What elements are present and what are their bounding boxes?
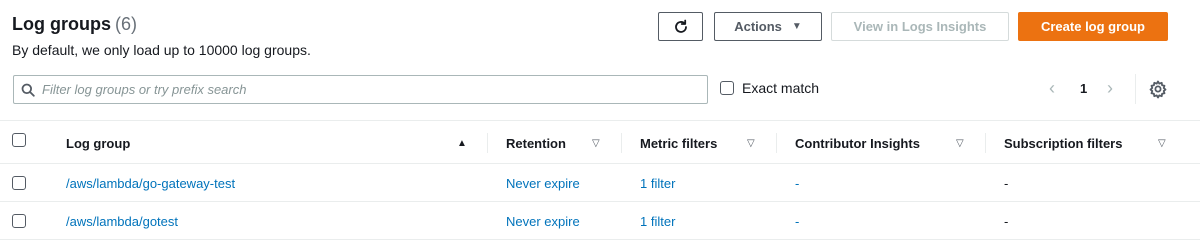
column-divider [776,133,777,153]
metric-filters-link[interactable]: 1 filter [640,164,675,202]
column-header-contributor-insights[interactable]: Contributor Insights [795,121,920,165]
column-divider [487,133,488,153]
log-group-link[interactable]: /aws/lambda/go-gateway-test [66,164,235,202]
create-log-group-button[interactable]: Create log group [1018,12,1168,41]
actions-button-label: Actions [734,19,782,34]
table-row: /aws/lambda/gotest Never expire 1 filter… [0,202,1200,240]
retention-link[interactable]: Never expire [506,202,580,240]
column-header-subscription-filters[interactable]: Subscription filters [1004,121,1122,165]
view-in-logs-insights-button[interactable]: View in Logs Insights [831,12,1009,41]
table-header: Log group ▲ Retention ▽ Metric filters ▽… [0,120,1200,164]
actions-button[interactable]: Actions ▼ [714,12,822,41]
retention-link[interactable]: Never expire [506,164,580,202]
row-checkbox[interactable] [12,176,26,190]
column-divider [985,133,986,153]
pager-divider [1135,74,1136,104]
row-checkbox[interactable] [12,214,26,228]
log-group-count: (6) [114,14,137,34]
view-in-logs-insights-label: View in Logs Insights [853,19,987,34]
metric-filters-link[interactable]: 1 filter [640,202,675,240]
sort-caret-icon[interactable]: ▽ [1158,121,1166,165]
column-header-retention[interactable]: Retention [506,121,566,165]
table-row: /aws/lambda/go-gateway-test Never expire… [0,164,1200,202]
contributor-insights-link[interactable]: - [795,164,799,202]
caret-down-icon: ▼ [791,21,802,32]
subscription-filters-value: - [1004,175,1009,191]
page-title-text: Log groups [12,14,111,34]
sort-caret-icon[interactable]: ▽ [956,121,964,165]
subscription-filters-value: - [1004,213,1009,229]
column-header-metric-filters[interactable]: Metric filters [640,121,717,165]
filter-log-groups-input[interactable] [42,82,682,97]
contributor-insights-link[interactable]: - [795,202,799,240]
current-page-number[interactable]: 1 [1080,81,1087,96]
column-divider [621,133,622,153]
sort-caret-icon[interactable]: ▽ [592,121,600,165]
sort-caret-icon[interactable]: ▽ [747,121,755,165]
sort-ascending-icon[interactable]: ▲ [457,121,467,165]
next-page-icon[interactable]: › [1107,78,1113,99]
filter-box [13,75,708,104]
log-group-link[interactable]: /aws/lambda/gotest [66,202,178,240]
page-title: Log groups (6) [12,14,137,35]
create-log-group-label: Create log group [1040,19,1145,34]
page-subtitle: By default, we only load up to 10000 log… [12,42,311,58]
exact-match-label: Exact match [742,80,820,96]
gear-icon[interactable] [1148,79,1168,99]
refresh-icon [674,19,687,33]
exact-match-checkbox[interactable] [720,81,734,95]
previous-page-icon[interactable]: ‹ [1049,78,1055,99]
refresh-button[interactable] [658,12,703,41]
column-header-log-group[interactable]: Log group [66,121,130,165]
select-all-checkbox[interactable] [12,133,26,147]
search-icon [14,83,42,97]
exact-match-option[interactable]: Exact match [720,80,819,96]
